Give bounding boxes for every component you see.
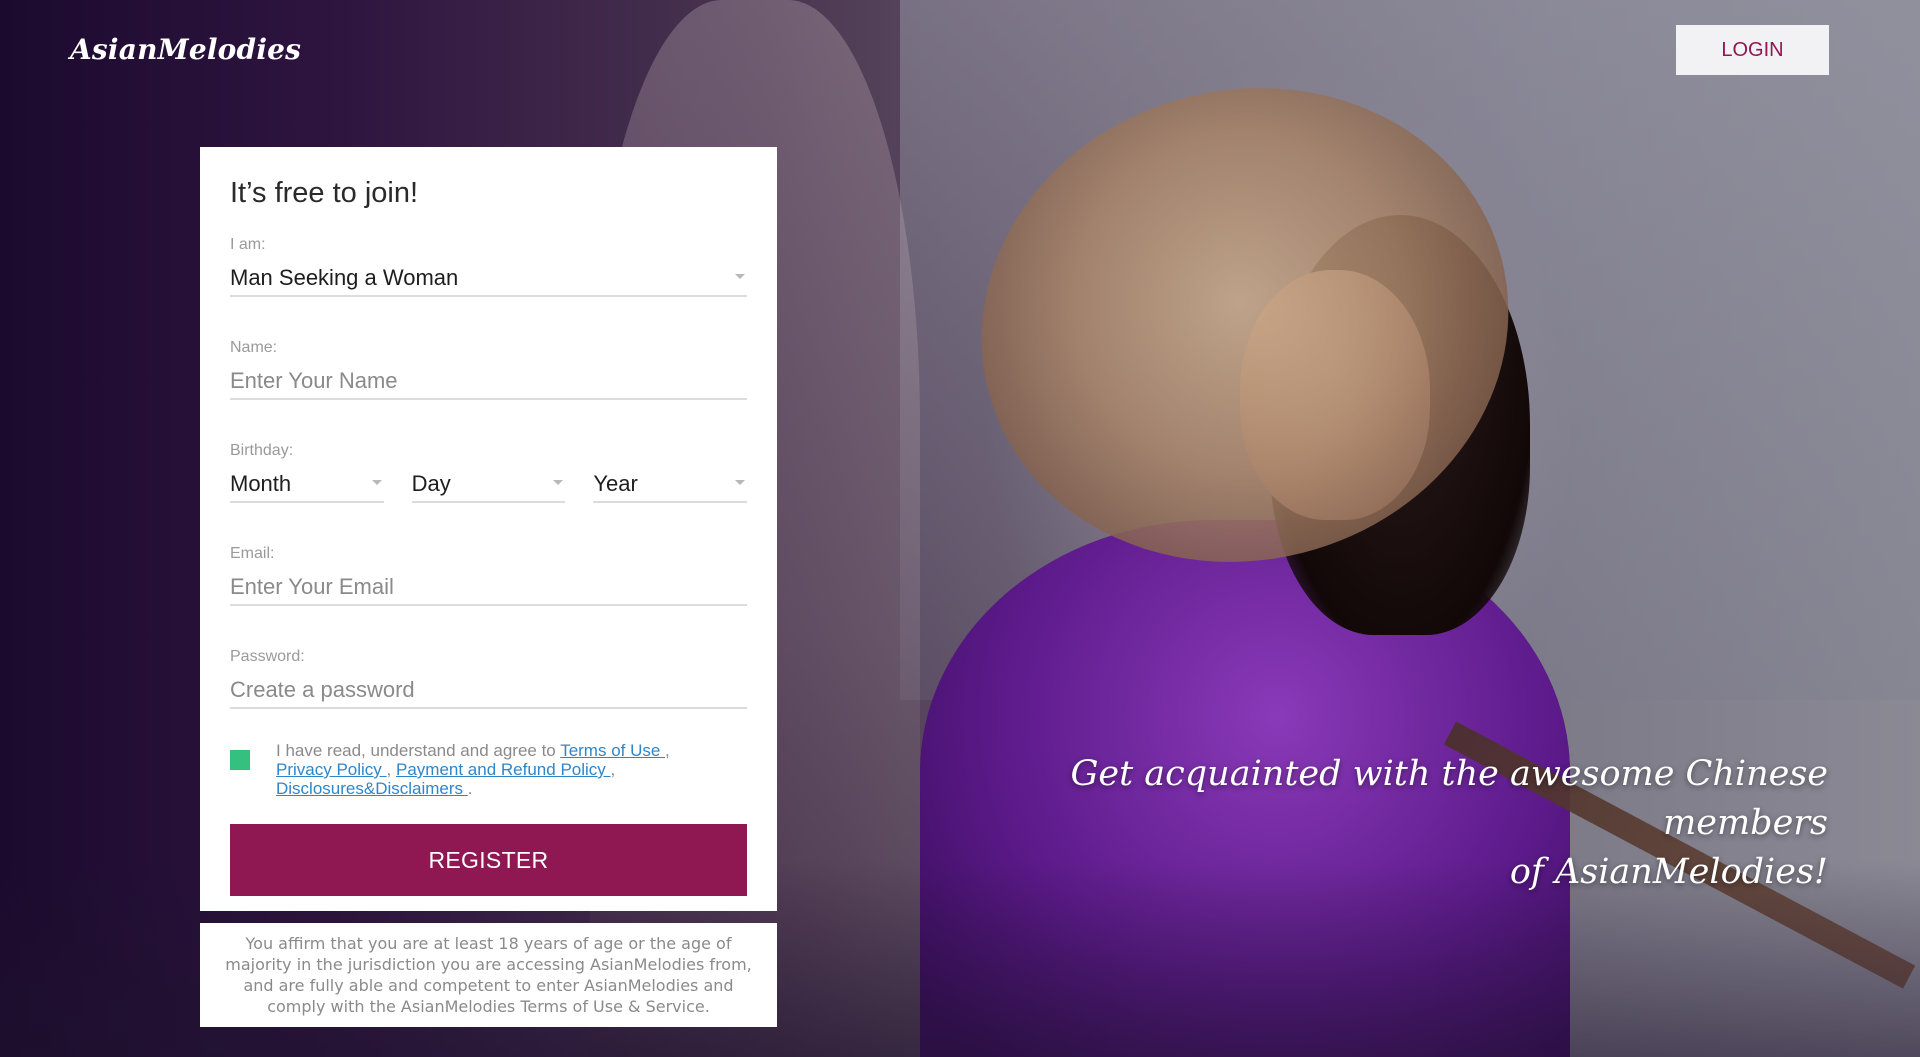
chevron-down-icon	[735, 274, 745, 279]
agreement-end: .	[467, 779, 473, 798]
tagline-line2: of AsianMelodies!	[1509, 852, 1828, 892]
agreement-row: I have read, understand and agree to Ter…	[230, 741, 747, 798]
background-sky	[900, 0, 1920, 700]
month-value: Month	[230, 470, 292, 496]
agreement-checkbox[interactable]	[230, 750, 250, 770]
birthday-month-select[interactable]: Month	[230, 466, 384, 503]
agreement-separator: ,	[610, 760, 616, 779]
birthday-year-select[interactable]: Year	[593, 466, 748, 503]
chevron-down-icon	[553, 480, 564, 485]
agreement-prefix: I have read, understand and agree to	[276, 741, 561, 760]
signup-form: It’s free to join! I am: Man Seeking a W…	[200, 147, 777, 911]
password-input[interactable]: Create a password	[230, 672, 747, 709]
chevron-down-icon	[735, 480, 746, 485]
email-label: Email:	[230, 545, 275, 562]
day-value: Day	[411, 470, 451, 496]
birthday-day-select[interactable]: Day	[411, 466, 566, 503]
age-disclaimer: You affirm that you are at least 18 year…	[200, 923, 777, 1027]
iam-value: Man Seeking a Woman	[230, 264, 459, 290]
login-button[interactable]: LOGIN	[1676, 25, 1829, 75]
privacy-policy-link[interactable]: Privacy Policy	[276, 760, 387, 779]
password-placeholder: Create a password	[230, 676, 415, 702]
background-face	[1240, 270, 1430, 520]
year-value: Year	[593, 470, 638, 496]
email-placeholder: Enter Your Email	[230, 573, 394, 599]
birthday-label: Birthday:	[230, 442, 294, 459]
birthday-row: Month Day Year	[230, 466, 748, 503]
form-title: It’s free to join!	[230, 177, 419, 209]
terms-of-use-link[interactable]: Terms of Use	[560, 741, 665, 760]
tagline: Get acquainted with the awesome Chinese …	[928, 750, 1828, 897]
agreement-separator: ,	[386, 760, 392, 779]
background-hair	[1270, 215, 1530, 635]
name-placeholder: Enter Your Name	[230, 367, 398, 393]
agreement-separator: ,	[665, 741, 670, 760]
disclosures-link[interactable]: Disclosures&Disclaimers	[276, 779, 468, 798]
iam-select[interactable]: Man Seeking a Woman	[230, 260, 747, 297]
register-button[interactable]: REGISTER	[230, 824, 747, 896]
password-field: Password: Create a password	[230, 648, 747, 709]
chevron-down-icon	[371, 480, 382, 485]
email-input[interactable]: Enter Your Email	[230, 569, 747, 606]
page: AsianMelodies LOGIN It’s free to join! I…	[0, 0, 1920, 1057]
name-label: Name:	[230, 339, 278, 356]
payment-refund-link[interactable]: Payment and Refund Policy	[396, 760, 611, 779]
name-input[interactable]: Enter Your Name	[230, 363, 747, 400]
iam-field: I am: Man Seeking a Woman	[230, 236, 747, 297]
agreement-text: I have read, understand and agree to Ter…	[276, 741, 670, 798]
password-label: Password:	[230, 648, 305, 665]
iam-label: I am:	[230, 236, 266, 253]
birthday-field: Birthday: Month Day Year	[230, 442, 748, 503]
name-field: Name: Enter Your Name	[230, 339, 747, 400]
email-field: Email: Enter Your Email	[230, 545, 747, 606]
tagline-line1: Get acquainted with the awesome Chinese …	[1070, 754, 1828, 843]
background-hat	[931, 32, 1559, 618]
logo[interactable]: AsianMelodies	[70, 33, 301, 66]
